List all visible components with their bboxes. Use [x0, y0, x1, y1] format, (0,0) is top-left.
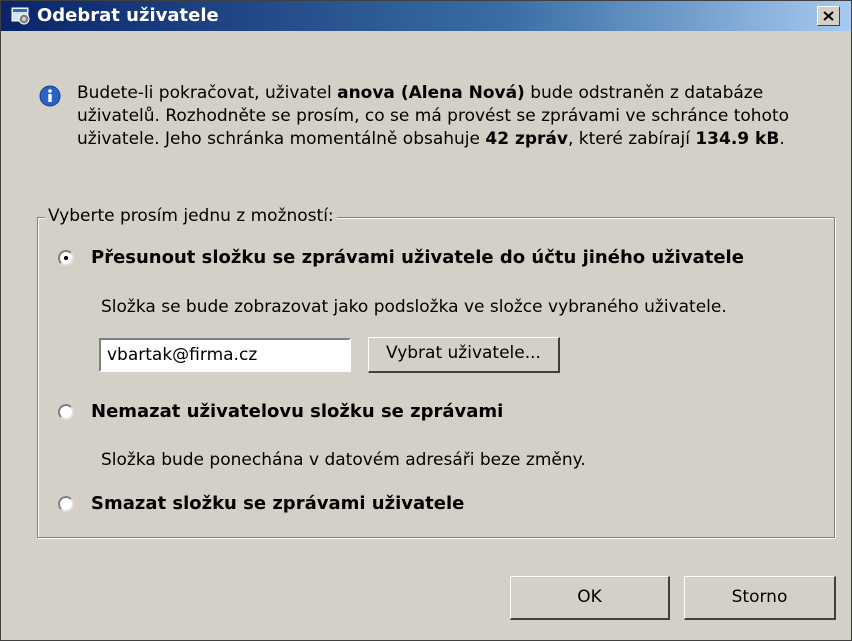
radio-move-folder[interactable] [58, 250, 74, 266]
info-text-before-user: Budete-li pokračovat, uživatel [77, 83, 338, 103]
info-text-end: . [779, 129, 785, 149]
info-size: 134.9 kB [695, 129, 780, 149]
select-user-button[interactable]: Vybrat uživatele... [368, 337, 560, 373]
radio-delete-folder[interactable] [58, 496, 74, 512]
info-message: Budete-li pokračovat, uživatel anova (Al… [77, 82, 837, 151]
radio-keep-folder[interactable] [58, 404, 74, 420]
remove-user-dialog: Odebrat uživatele Budete-li pokračovat, … [0, 0, 852, 641]
cancel-button[interactable]: Storno [684, 576, 836, 620]
option-keep-folder-description: Složka bude ponechána v datovém adresáři… [101, 450, 586, 470]
options-legend: Vyberte prosím jednu z možností: [45, 205, 337, 227]
window-title: Odebrat uživatele [37, 5, 219, 26]
ok-button[interactable]: OK [510, 576, 670, 620]
option-keep-folder-label[interactable]: Nemazat uživatelovu složku se zprávami [91, 400, 503, 424]
settings-window-icon [11, 6, 31, 26]
close-button[interactable] [817, 6, 840, 26]
info-icon [39, 85, 61, 107]
option-delete-folder-label[interactable]: Smazat složku se zprávami uživatele [91, 492, 464, 516]
title-bar[interactable]: Odebrat uživatele [1, 1, 851, 31]
option-move-folder-label[interactable]: Přesunout složku se zprávami uživatele d… [91, 246, 744, 270]
info-message-count: 42 zpráv [485, 129, 568, 149]
option-move-folder-description: Složka se bude zobrazovat jako podsložka… [101, 297, 727, 317]
info-user: anova (Alena Nová) [337, 83, 525, 103]
close-icon [823, 11, 834, 21]
info-text-after-count: , které zabírají [567, 129, 696, 149]
target-user-input[interactable] [99, 338, 351, 372]
